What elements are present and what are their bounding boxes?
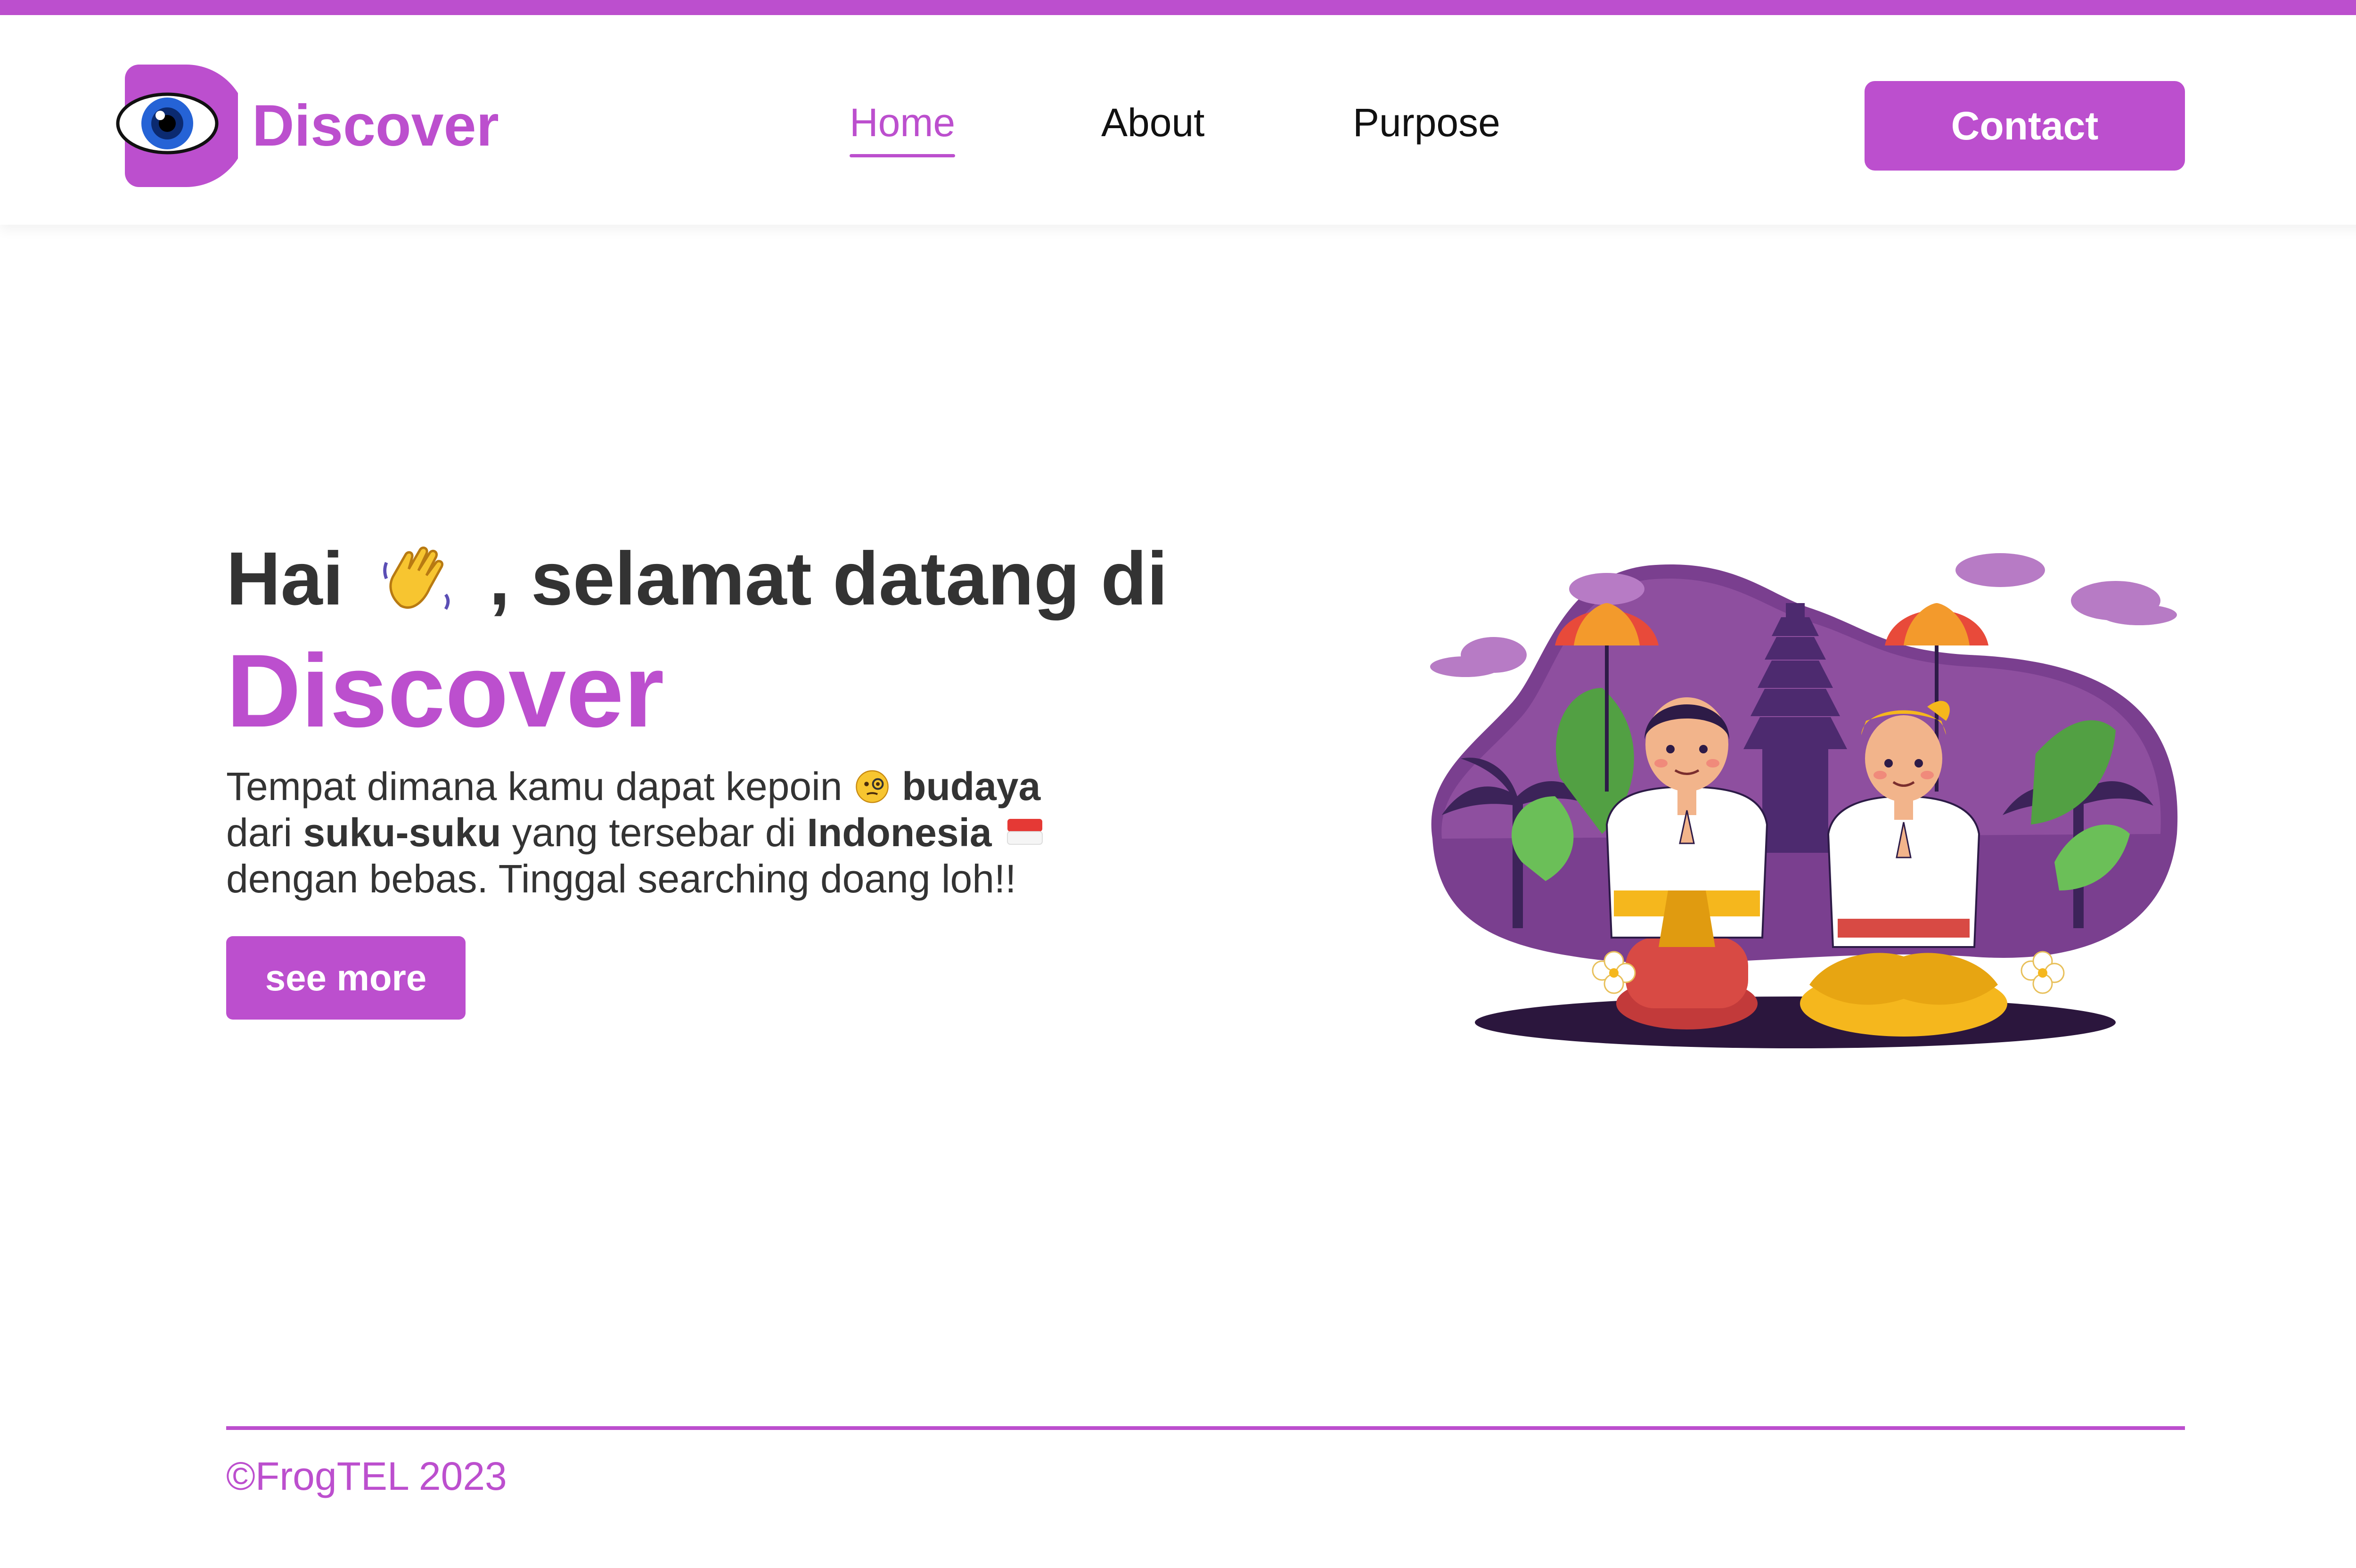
nav-purpose[interactable]: Purpose — [1353, 100, 1500, 156]
balinese-couple-illustration — [1430, 553, 2178, 1048]
top-accent-bar — [0, 0, 2356, 15]
nav-about[interactable]: About — [1101, 100, 1205, 156]
see-more-button[interactable]: see more — [226, 936, 466, 1020]
greeting-start: Hai — [226, 536, 344, 621]
desc-text-4: dengan bebas. Tinggal searching doang lo… — [226, 857, 1016, 901]
brand-logo-link[interactable]: Discover — [113, 65, 499, 187]
desc-bold-budaya: budaya — [902, 764, 1041, 808]
desc-text-2: dari — [226, 810, 293, 855]
contact-button[interactable]: Contact — [1865, 81, 2185, 171]
site-header: Discover Home About Purpose Contact — [0, 15, 2356, 225]
desc-text-3: yang tersebar di — [512, 810, 796, 855]
waving-hand-icon — [383, 547, 450, 610]
desc-bold-indonesia: Indonesia — [807, 810, 992, 855]
footer-copyright: ©FrogTEL 2023 — [226, 1454, 507, 1498]
brand-name: Discover — [252, 93, 499, 158]
hero-description: Tempat dimana kamu dapat kepoin budaya d… — [226, 763, 1121, 902]
desc-text-1: Tempat dimana kamu dapat kepoin — [226, 764, 843, 808]
eye-logo-icon — [116, 65, 238, 187]
face-with-monocle-icon — [856, 770, 889, 803]
nav-home[interactable]: Home — [850, 100, 956, 157]
footer-divider — [226, 1426, 2185, 1430]
greeting-end: , selamat datang di — [489, 536, 1168, 621]
hero-brand-name: Discover — [226, 633, 664, 749]
hero-title: Hai , selamat datang di — [226, 537, 1168, 620]
indonesia-flag-icon — [1006, 819, 1043, 845]
desc-bold-suku: suku-suku — [303, 810, 501, 855]
